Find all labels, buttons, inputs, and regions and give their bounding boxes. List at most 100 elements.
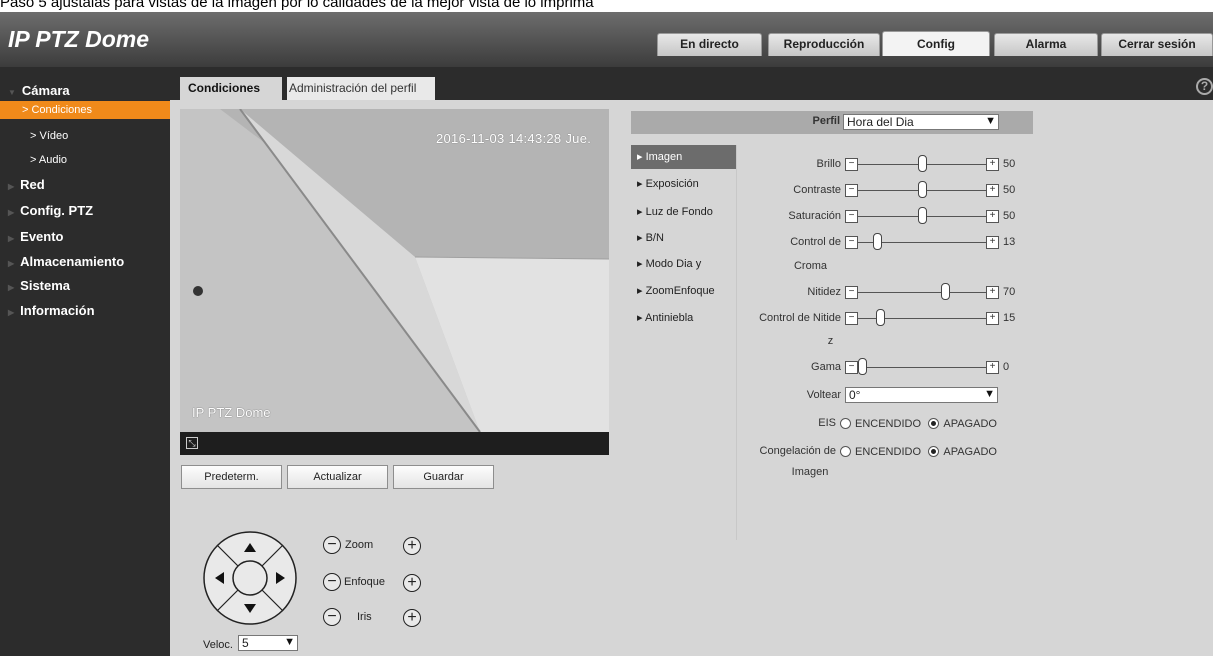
slider-thumb[interactable] (858, 358, 867, 375)
tab-conditions[interactable]: Condiciones (180, 77, 282, 100)
increase-button[interactable]: + (986, 312, 999, 325)
brightness-label: Brillo (816, 158, 841, 170)
sidebar-item-label: Información (20, 303, 95, 318)
header-divider (0, 67, 1213, 77)
menu-item-daynight[interactable]: ▸ Modo Dia y (631, 252, 736, 276)
saturation-label: Saturación (788, 210, 841, 222)
sidebar-item-network[interactable]: ▶ Red (0, 176, 170, 194)
collapsed-triangle-icon: ▶ (8, 208, 15, 217)
menu-item-defog[interactable]: ▸ Antiniebla (631, 306, 736, 330)
sidebar-item-camera[interactable]: ▼ Cámara (0, 82, 170, 100)
increase-button[interactable]: + (986, 184, 999, 197)
sidebar-item-ptz[interactable]: ▶ Config. PTZ (0, 202, 170, 220)
sidebar-item-information[interactable]: ▶ Información (0, 302, 170, 320)
chevron-down-icon: ▼ (984, 388, 995, 400)
eis-off-radio[interactable] (928, 418, 940, 430)
caption-strip: Paso 5 ajústalas para vistas de la image… (0, 0, 1213, 12)
slider-thumb[interactable] (918, 155, 927, 172)
fullscreen-icon[interactable]: ⤡ (186, 437, 198, 449)
sidebar-item-system[interactable]: ▶ Sistema (0, 277, 170, 295)
menu-item-label: Modo Dia y (645, 258, 702, 270)
decrease-button[interactable]: − (845, 236, 858, 249)
slider-thumb[interactable] (873, 233, 882, 250)
collapsed-triangle-icon: ▶ (8, 283, 15, 292)
sharpness-control-slider[interactable]: − +15 (845, 309, 1025, 326)
sidebar-item-label: Sistema (20, 278, 71, 293)
menu-item-exposure[interactable]: ▸ Exposición (631, 172, 736, 196)
sharpness-control-label-cont: z (827, 335, 834, 347)
iris-close-button[interactable]: − (323, 608, 341, 626)
increase-button[interactable]: + (986, 361, 999, 374)
sidebar-item-event[interactable]: ▶ Evento (0, 228, 170, 246)
menu-item-image[interactable]: ▸ Imagen (631, 145, 736, 169)
default-button[interactable]: Predeterm. (181, 465, 282, 489)
nav-tab-live[interactable]: En directo (657, 33, 762, 56)
focus-in-button[interactable]: + (403, 574, 421, 592)
decrease-button[interactable]: − (845, 184, 858, 197)
ptz-pad-graphic (203, 531, 297, 625)
eis-off-label: APAGADO (943, 417, 997, 430)
video-label: IP PTZ Dome (192, 405, 271, 420)
slider-track[interactable] (858, 292, 986, 293)
nav-tab-playback[interactable]: Reproducción (768, 33, 880, 56)
menu-item-zoomfocus[interactable]: ▸ ZoomEnfoque (631, 279, 736, 303)
slider-value: 50 (1003, 184, 1016, 196)
gamma-slider[interactable]: − +0 (845, 358, 1025, 375)
sidebar-item-label: Evento (20, 229, 64, 244)
eis-on-radio[interactable] (840, 418, 851, 430)
nav-tab-config[interactable]: Config (882, 31, 990, 56)
brightness-slider[interactable]: − +50 (845, 155, 1025, 172)
sidebar-item-conditions[interactable]: > Condiciones (0, 101, 170, 119)
freeze-off-radio[interactable] (928, 446, 940, 458)
slider-value: 15 (1003, 312, 1016, 324)
contrast-slider[interactable]: − +50 (845, 181, 1025, 198)
slider-thumb[interactable] (941, 283, 950, 300)
increase-button[interactable]: + (986, 236, 999, 249)
slider-thumb[interactable] (876, 309, 885, 326)
sharpness-slider[interactable]: − +70 (845, 283, 1025, 300)
sidebar-item-storage[interactable]: ▶ Almacenamiento (0, 253, 170, 271)
video-timestamp: 2016-11-03 14:43:28 Jue. (436, 131, 592, 146)
decrease-button[interactable]: − (845, 158, 858, 171)
save-button[interactable]: Guardar (393, 465, 494, 489)
profile-select[interactable]: Hora del Dia ▼ (843, 114, 999, 130)
menu-item-bw[interactable]: ▸ B/N (631, 226, 736, 250)
decrease-button[interactable]: − (845, 286, 858, 299)
slider-thumb[interactable] (918, 181, 927, 198)
decrease-button[interactable]: − (845, 312, 858, 325)
tab-profile-management[interactable]: Administración del perfil (287, 77, 435, 100)
flip-select[interactable]: 0° ▼ (845, 387, 998, 403)
freeze-on-radio[interactable] (840, 446, 851, 458)
nav-tab-logout[interactable]: Cerrar sesión (1101, 33, 1213, 56)
slider-thumb[interactable] (918, 207, 927, 224)
saturation-slider[interactable]: − +50 (845, 207, 1025, 224)
iris-open-button[interactable]: + (403, 609, 421, 627)
nav-tab-alarm[interactable]: Alarma (994, 33, 1098, 56)
menu-item-backlight[interactable]: ▸ Luz de Fondo (631, 200, 736, 224)
slider-track[interactable] (858, 367, 986, 368)
zoom-out-button[interactable]: − (323, 536, 341, 554)
menu-item-label: B/N (645, 232, 664, 244)
focus-out-button[interactable]: − (323, 573, 341, 591)
ptz-direction-pad[interactable] (202, 530, 298, 626)
zoom-in-button[interactable]: + (403, 537, 421, 555)
sidebar-item-audio[interactable]: > Audio (0, 151, 170, 169)
refresh-button[interactable]: Actualizar (287, 465, 388, 489)
increase-button[interactable]: + (986, 210, 999, 223)
zoom-label: Zoom (345, 539, 374, 551)
freeze-off-label: APAGADO (943, 445, 997, 458)
sidebar-item-video[interactable]: > Vídeo (0, 127, 170, 145)
decrease-button[interactable]: − (845, 210, 858, 223)
sidebar-item-label: Config. PTZ (20, 203, 94, 218)
freeze-options: ENCENDIDO APAGADO (836, 444, 997, 458)
collapsed-triangle-icon: ▶ (8, 234, 15, 243)
decrease-button[interactable]: − (845, 361, 858, 374)
chroma-slider[interactable]: − +13 (845, 233, 1025, 250)
freeze-label: Congelación de (759, 445, 836, 457)
help-icon[interactable]: ? (1196, 78, 1213, 95)
speed-select[interactable]: 5 ▼ (238, 635, 298, 651)
increase-button[interactable]: + (986, 158, 999, 171)
sharpness-label: Nitidez (807, 286, 841, 298)
increase-button[interactable]: + (986, 286, 999, 299)
collapsed-triangle-icon: ▶ (8, 259, 15, 268)
